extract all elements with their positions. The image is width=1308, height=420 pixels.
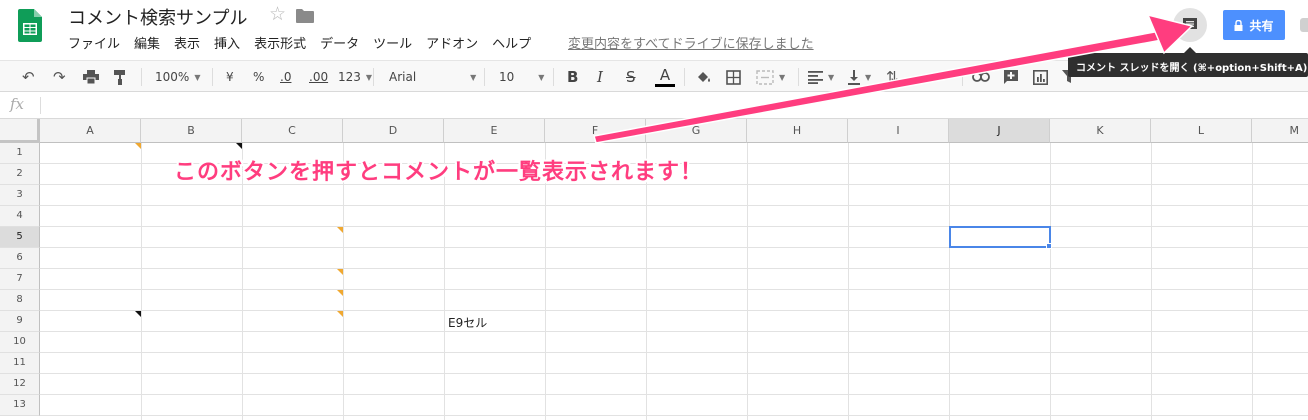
- row-header-13[interactable]: 13: [0, 395, 40, 416]
- select-all-corner[interactable]: [0, 119, 40, 143]
- link-icon[interactable]: [972, 61, 990, 93]
- column-header-h[interactable]: H: [747, 119, 848, 143]
- column-header-e[interactable]: E: [444, 119, 545, 143]
- column-header-g[interactable]: G: [646, 119, 747, 143]
- spreadsheet-window: コメント検索サンプル ☆ ファイル 編集 表示 挿入 表示形式 データ ツール …: [0, 0, 1308, 420]
- menu-insert[interactable]: 挿入: [214, 33, 240, 52]
- merge-icon[interactable]: ▼: [756, 61, 785, 93]
- column-header-k[interactable]: K: [1050, 119, 1151, 143]
- menu-format[interactable]: 表示形式: [254, 33, 306, 52]
- menu-bar: ファイル 編集 表示 挿入 表示形式 データ ツール アドオン ヘルプ: [68, 33, 545, 52]
- bold-button[interactable]: B: [567, 61, 578, 93]
- text-rotate-icon[interactable]: ⇅: [886, 61, 899, 93]
- selected-cell-j5[interactable]: [949, 226, 1051, 248]
- menu-addons[interactable]: アドオン: [426, 33, 478, 52]
- row-header-11[interactable]: 11: [0, 353, 40, 374]
- star-icon[interactable]: ☆: [269, 3, 286, 25]
- formula-bar: fx: [0, 92, 1308, 119]
- column-header-c[interactable]: C: [242, 119, 343, 143]
- fill-handle[interactable]: [1046, 243, 1052, 249]
- borders-icon[interactable]: [726, 61, 741, 93]
- decrease-decimal-button[interactable]: .0: [280, 61, 291, 93]
- menu-help[interactable]: ヘルプ: [492, 33, 531, 52]
- folder-icon[interactable]: [296, 9, 314, 23]
- insert-comment-icon[interactable]: [1003, 61, 1019, 93]
- comment-marker-c5[interactable]: [337, 227, 343, 233]
- sheets-logo[interactable]: [18, 9, 42, 42]
- fx-icon: fx: [10, 95, 25, 113]
- row-header-12[interactable]: 12: [0, 374, 40, 395]
- row-header-5[interactable]: 5: [0, 227, 40, 248]
- zoom-select[interactable]: 100% ▼: [155, 61, 200, 93]
- valign-icon[interactable]: ▼: [848, 61, 871, 93]
- comments-tooltip: コメント スレッドを開く (⌘+option+Shift+A): [1068, 53, 1308, 77]
- row-header-6[interactable]: 6: [0, 248, 40, 269]
- menu-tools[interactable]: ツール: [373, 33, 412, 52]
- print-icon[interactable]: [83, 61, 99, 93]
- cell-e9[interactable]: E9セル: [448, 314, 487, 331]
- menu-data[interactable]: データ: [320, 33, 359, 52]
- lock-icon: [1234, 19, 1243, 31]
- comment-marker-c7[interactable]: [337, 269, 343, 275]
- font-select[interactable]: Arial ▼: [389, 61, 476, 93]
- paint-format-icon[interactable]: [114, 61, 126, 93]
- menu-edit[interactable]: 編集: [134, 33, 160, 52]
- row-header-7[interactable]: 7: [0, 269, 40, 290]
- fill-color-icon[interactable]: [696, 61, 712, 93]
- row-header-10[interactable]: 10: [0, 332, 40, 353]
- share-button[interactable]: 共有: [1223, 10, 1285, 40]
- percent-format-button[interactable]: %: [253, 61, 264, 93]
- comment-marker-a1[interactable]: [135, 143, 141, 149]
- align-icon[interactable]: ▼: [808, 61, 834, 93]
- chart-icon[interactable]: [1033, 61, 1048, 93]
- row-header-2[interactable]: 2: [0, 164, 40, 185]
- menu-file[interactable]: ファイル: [68, 33, 120, 52]
- column-header-a[interactable]: A: [40, 119, 141, 143]
- account-edge[interactable]: [1300, 18, 1308, 32]
- row-header-8[interactable]: 8: [0, 290, 40, 311]
- column-header-l[interactable]: L: [1151, 119, 1252, 143]
- comments-button[interactable]: [1173, 8, 1207, 42]
- redo-icon[interactable]: ↷: [53, 61, 66, 93]
- column-header-i[interactable]: I: [848, 119, 949, 143]
- undo-icon[interactable]: ↶: [22, 61, 35, 93]
- italic-button[interactable]: I: [597, 61, 603, 93]
- row-header-4[interactable]: 4: [0, 206, 40, 227]
- font-size-select[interactable]: 10 ▼: [499, 61, 544, 93]
- column-header-f[interactable]: F: [545, 119, 646, 143]
- document-title[interactable]: コメント検索サンプル: [68, 4, 247, 30]
- note-marker-a9[interactable]: [135, 311, 141, 317]
- menu-view[interactable]: 表示: [174, 33, 200, 52]
- more-formats-select[interactable]: 123 ▼: [338, 61, 372, 93]
- comment-marker-c8[interactable]: [337, 290, 343, 296]
- row-header-3[interactable]: 3: [0, 185, 40, 206]
- column-header-d[interactable]: D: [343, 119, 444, 143]
- share-label: 共有: [1249, 18, 1274, 33]
- column-header-j[interactable]: J: [949, 119, 1050, 143]
- row-header-9[interactable]: 9: [0, 311, 40, 332]
- currency-format-button[interactable]: ¥: [226, 61, 234, 93]
- text-color-button[interactable]: A: [655, 61, 675, 93]
- save-status[interactable]: 変更内容をすべてドライブに保存しました: [568, 33, 814, 52]
- increase-decimal-button[interactable]: .00: [309, 61, 328, 93]
- annotation-callout: このボタンを押すとコメントが一覧表示されます！: [174, 160, 704, 185]
- column-header-m[interactable]: M: [1252, 119, 1308, 143]
- comment-marker-c9[interactable]: [337, 311, 343, 317]
- note-marker-b1[interactable]: [236, 143, 242, 149]
- comment-icon: [1183, 18, 1197, 32]
- strikethrough-button[interactable]: S: [626, 61, 636, 93]
- row-header-1[interactable]: 1: [0, 143, 40, 164]
- column-header-b[interactable]: B: [141, 119, 242, 143]
